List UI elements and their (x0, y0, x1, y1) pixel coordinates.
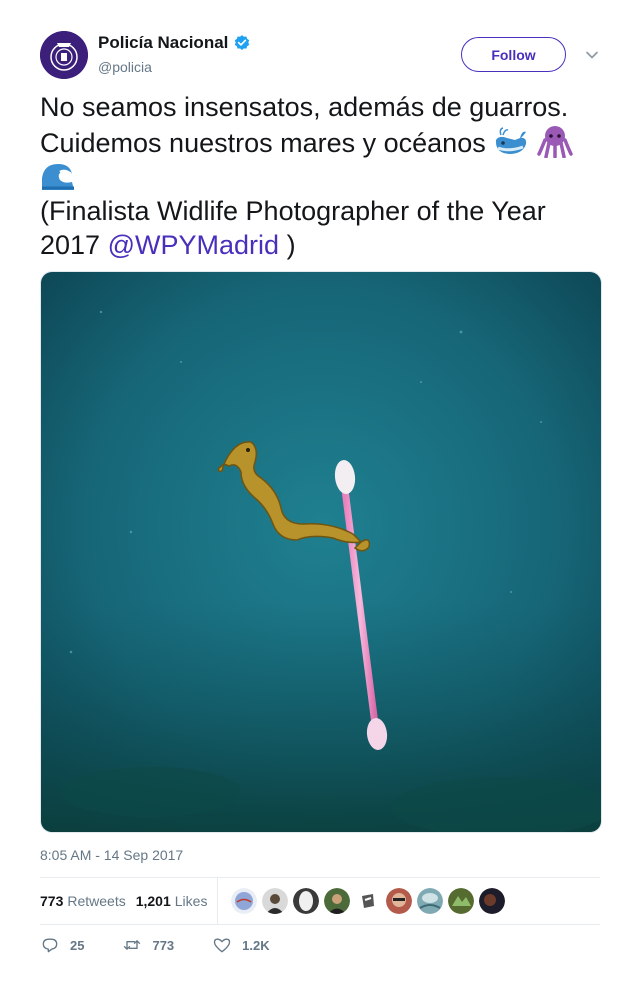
liker-avatar[interactable] (323, 887, 352, 915)
whale-icon (496, 127, 527, 154)
verified-badge-icon (235, 35, 250, 50)
liker-avatar[interactable] (385, 887, 414, 915)
account-name: Policía Nacional (98, 33, 229, 52)
divider-bottom (40, 924, 600, 925)
tweet-line-5-suffix: ) (286, 230, 296, 260)
police-badge-icon (40, 31, 88, 79)
liker-avatar[interactable] (354, 887, 383, 915)
tweet-line-5-prefix: 2017 (40, 230, 101, 260)
liker-avatar[interactable] (416, 887, 445, 915)
reply-icon (42, 938, 58, 953)
retweet-count: 773 (152, 937, 175, 953)
display-name[interactable]: Policía Nacional (98, 33, 251, 53)
account-handle[interactable]: @policia (98, 59, 152, 75)
tweet-text: No seamos insensatos, además de guarros.… (40, 90, 600, 262)
tweet-line-4: (Finalista Widlife Photographer of the Y… (40, 196, 546, 226)
tweet-timestamp[interactable]: 8:05 AM - 14 Sep 2017 (40, 847, 183, 863)
avatar[interactable] (40, 31, 88, 79)
tweet-line-2-text: Cuidemos nuestros mares y océanos (40, 128, 486, 158)
reply-button[interactable]: 25 (40, 935, 84, 955)
octopus-icon (537, 126, 573, 158)
mention-link[interactable]: @WPYMadrid (108, 230, 279, 260)
chevron-down-icon[interactable] (584, 47, 600, 63)
tweet-actions: 25 773 1.2K (40, 935, 308, 955)
tweet-photo[interactable] (40, 271, 602, 833)
liker-avatar[interactable] (230, 887, 259, 915)
tweet-line-3 (40, 160, 600, 194)
like-button[interactable]: 1.2K (212, 935, 270, 955)
tweet-line-1: No seamos insensatos, además de guarros. (40, 92, 569, 122)
likes-count: 1,201 (135, 893, 171, 909)
liker-avatar[interactable] (261, 887, 290, 915)
follow-button[interactable]: Follow (461, 37, 566, 72)
retweet-icon (124, 940, 141, 950)
heart-icon (214, 938, 231, 953)
retweet-button[interactable]: 773 (122, 935, 174, 955)
retweets-count: 773 (40, 893, 64, 909)
liker-avatar[interactable] (447, 887, 476, 915)
retweets-label: Retweets (67, 893, 126, 909)
like-count: 1.2K (242, 937, 270, 953)
wave-icon (42, 164, 74, 190)
engagement-stats: 773 Retweets 1,201 Likes (40, 878, 600, 924)
seahorse-photo-image (41, 272, 601, 832)
retweets-stat[interactable]: 773 Retweets (40, 893, 126, 909)
liker-avatar[interactable] (292, 887, 321, 915)
liker-avatars (230, 887, 507, 915)
reply-count: 25 (70, 937, 85, 953)
stats-separator (217, 878, 219, 924)
likes-stat[interactable]: 1,201 Likes (136, 893, 208, 909)
tweet-line-2: Cuidemos nuestros mares y océanos (40, 124, 600, 160)
liker-avatar[interactable] (478, 887, 507, 915)
likes-label: Likes (174, 893, 208, 909)
tweet-line-5: 2017 @WPYMadrid ) (40, 228, 600, 262)
